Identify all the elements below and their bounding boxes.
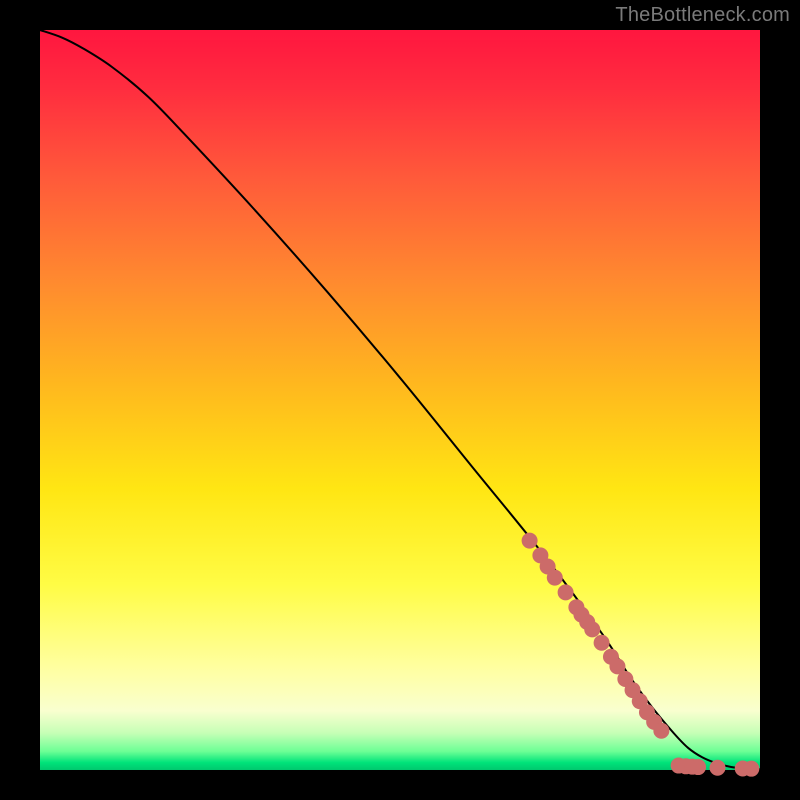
data-point bbox=[743, 761, 759, 777]
bottleneck-curve bbox=[40, 30, 760, 769]
chart-frame: TheBottleneck.com bbox=[0, 0, 800, 800]
plot-area bbox=[40, 30, 760, 770]
data-point bbox=[547, 570, 563, 586]
data-point bbox=[690, 759, 706, 775]
chart-svg bbox=[40, 30, 760, 770]
data-point bbox=[653, 723, 669, 739]
data-point bbox=[558, 584, 574, 600]
attribution-label: TheBottleneck.com bbox=[615, 4, 790, 27]
data-point bbox=[594, 635, 610, 651]
data-point bbox=[710, 760, 726, 776]
data-point bbox=[522, 533, 538, 549]
markers-group bbox=[522, 533, 760, 777]
data-point bbox=[584, 621, 600, 637]
